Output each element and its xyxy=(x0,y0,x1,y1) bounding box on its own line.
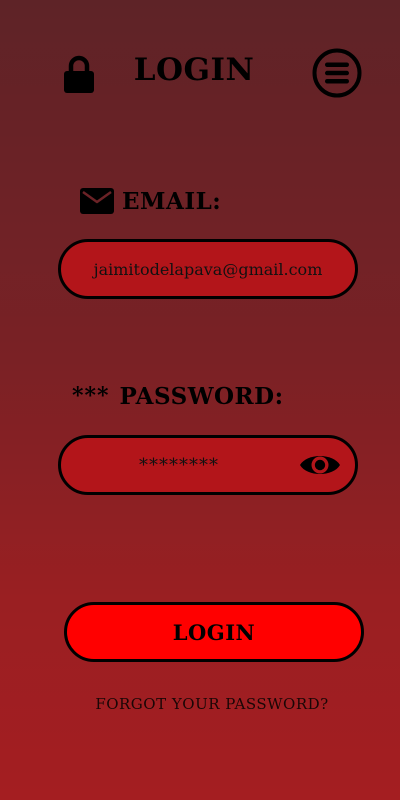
email-field[interactable] xyxy=(61,242,355,296)
email-label: EMAIL: xyxy=(122,187,222,215)
password-field-container[interactable] xyxy=(58,435,358,495)
login-button[interactable]: LOGIN xyxy=(64,602,364,662)
password-asterisk-icon: *** xyxy=(72,383,110,409)
eye-icon[interactable] xyxy=(299,449,341,481)
email-label-row: EMAIL: xyxy=(80,183,221,219)
forgot-password-link[interactable]: FORGOT YOUR PASSWORD? xyxy=(0,695,400,713)
envelope-icon xyxy=(80,188,114,214)
email-field-container[interactable] xyxy=(58,239,358,299)
password-label: PASSWORD: xyxy=(119,382,284,410)
password-label-row: *** PASSWORD: xyxy=(72,378,284,414)
hamburger-menu-icon[interactable] xyxy=(312,48,362,98)
